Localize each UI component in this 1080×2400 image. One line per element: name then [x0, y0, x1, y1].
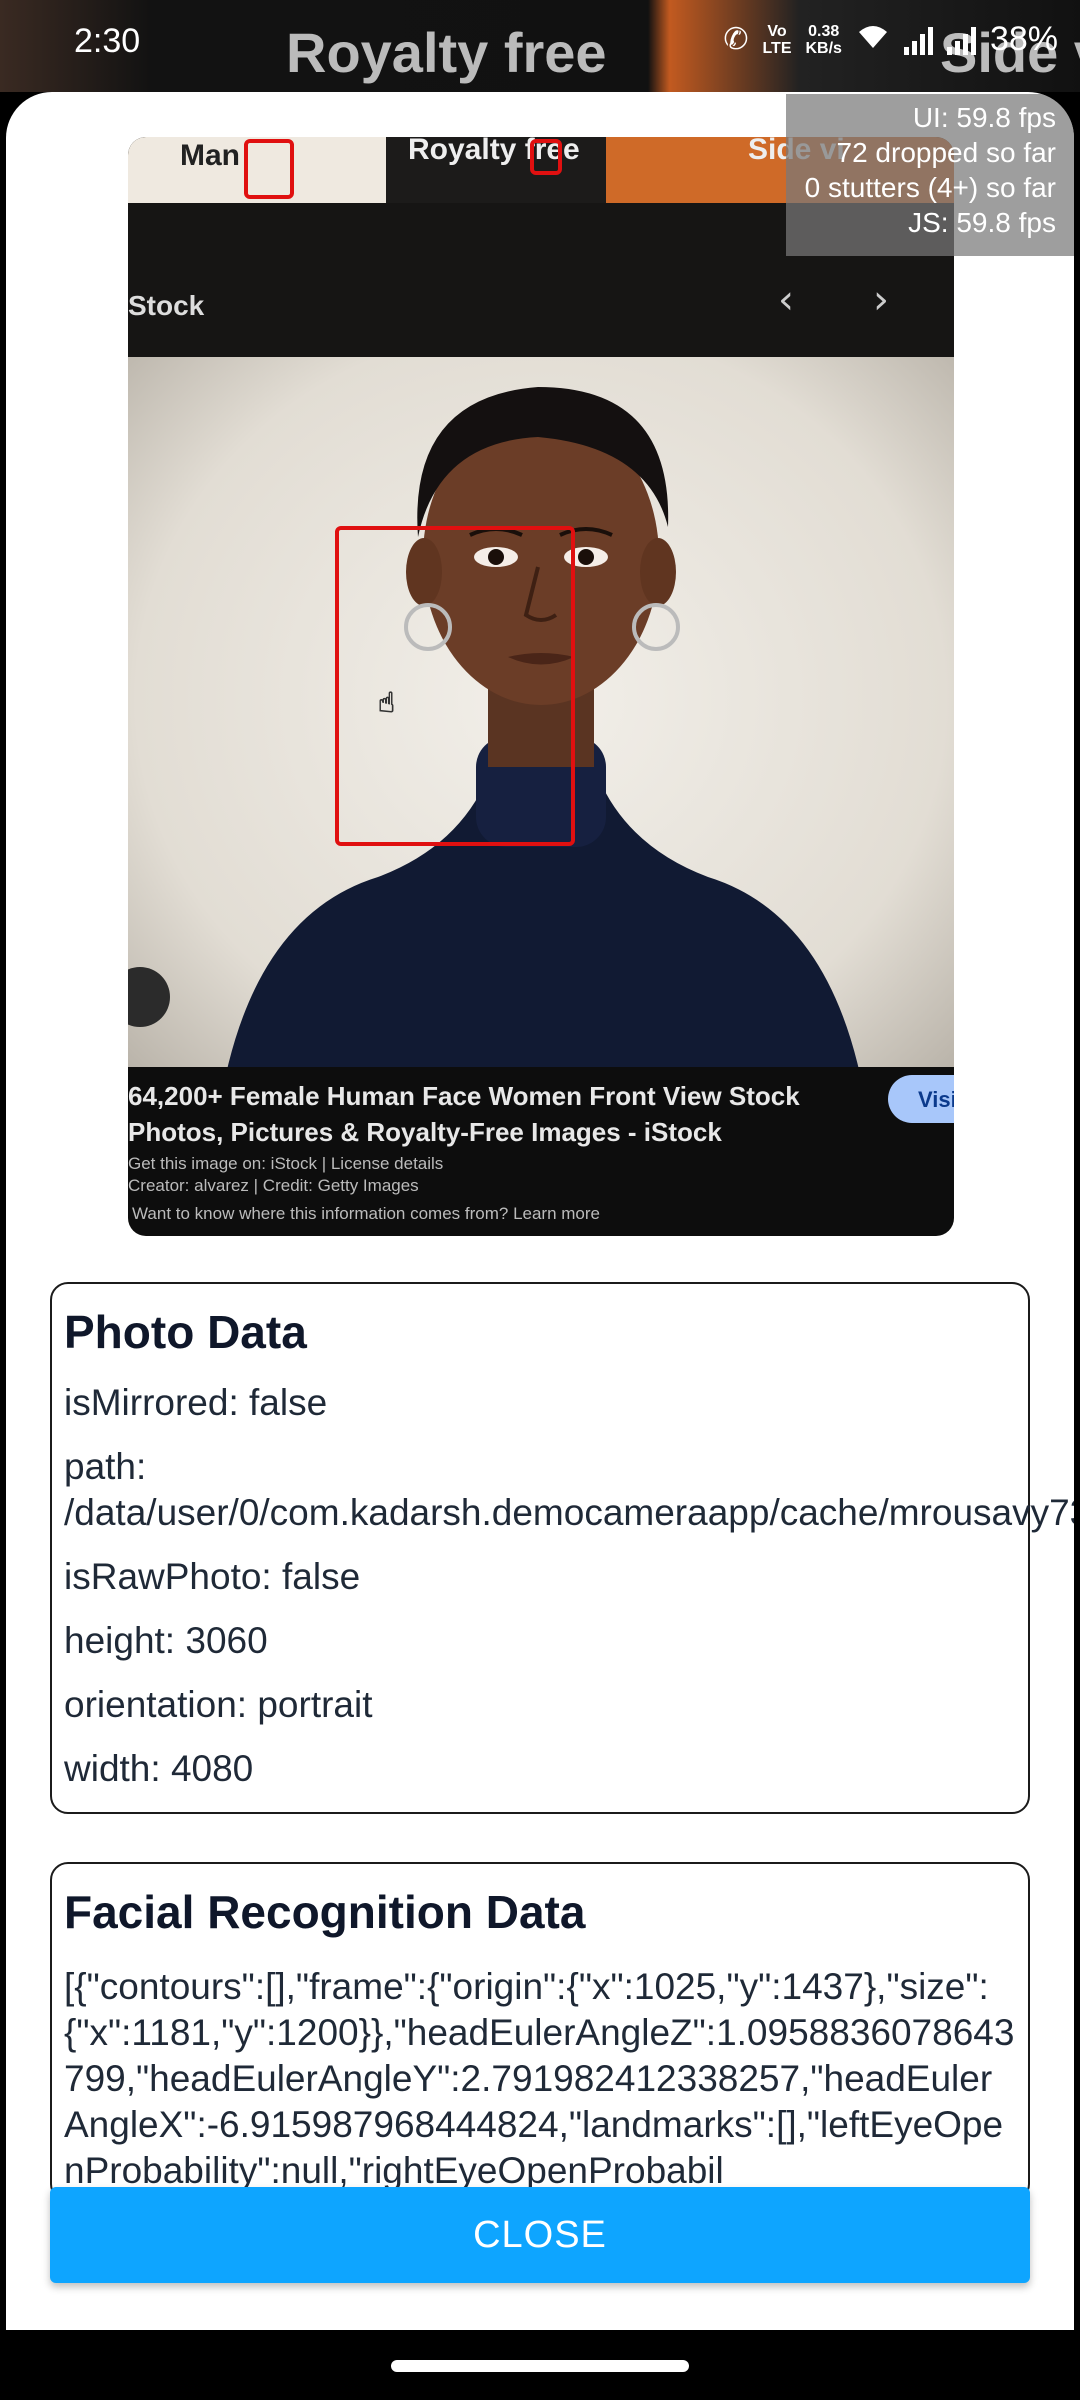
- caption-line-2: Creator: alvarez | Credit: Getty Images: [128, 1176, 419, 1195]
- row-key: path:: [64, 1446, 147, 1487]
- status-icons: ✆ Vo LTE 0.38 KB/s 38%: [723, 20, 1058, 59]
- stutters: 0 stutters (4+) so far: [804, 172, 1056, 203]
- row-value: 3060: [185, 1620, 268, 1661]
- photo-data-row-israwphoto: isRawPhoto: false: [64, 1554, 1016, 1600]
- row-key: isRawPhoto:: [64, 1556, 282, 1597]
- photo-result-modal: Man Royalty free Side vi Stock ‹ ›: [6, 92, 1074, 2330]
- photo-data-row-width: width: 4080: [64, 1746, 1016, 1792]
- facial-recognition-title: Facial Recognition Data: [64, 1886, 586, 1938]
- home-gesture-handle[interactable]: [391, 2360, 689, 2372]
- photo-illustration: Man Royalty free Side vi Stock ‹ ›: [128, 137, 954, 1236]
- photo-data-row-height: height: 3060: [64, 1618, 1016, 1664]
- network-speed-value: 0.38 KB/s: [805, 22, 842, 57]
- row-value: 4080: [170, 1748, 254, 1789]
- row-value: /data/user/0/com.kadarsh.democameraapp/c…: [64, 1492, 1074, 1533]
- status-bar-background-text: Royalty free: [286, 21, 607, 84]
- caption-title-line-2: Photos, Pictures & Royalty-Free Images -…: [128, 1117, 722, 1147]
- clock: 2:30: [74, 22, 141, 60]
- row-key: width:: [64, 1748, 171, 1789]
- caption-line-1: Get this image on: iStock | License deta…: [128, 1154, 443, 1173]
- chevron-left-icon: ‹: [778, 277, 794, 323]
- perf-monitor-overlay: UI: 59.8 fps 72 dropped so far 0 stutter…: [786, 94, 1074, 256]
- network-speed: 0.38 KB/s: [805, 23, 841, 57]
- row-value: false: [282, 1556, 361, 1597]
- row-key: orientation:: [64, 1684, 258, 1725]
- row-key: isMirrored:: [64, 1382, 250, 1423]
- dropped-frames: 72 dropped so far: [836, 137, 1057, 168]
- signal-icon-2: [946, 25, 976, 55]
- row-value: false: [249, 1382, 328, 1423]
- visit-button: Visi: [918, 1087, 954, 1112]
- photo-data-card: Photo Data isMirrored: false path: /data…: [50, 1282, 1074, 1814]
- photo-data-title: Photo Data: [64, 1306, 307, 1358]
- chevron-right-icon: ›: [873, 277, 889, 323]
- photo-data-row-ismirrored: isMirrored: false: [64, 1380, 1016, 1426]
- facial-recognition-json: [{"contours":[],"frame":{"origin":{"x":1…: [64, 1966, 1015, 2191]
- close-button[interactable]: CLOSE: [50, 2187, 1030, 2283]
- status-bar: Royalty free Side vi 2:30 ✆ VoLTE 0.38 K…: [0, 0, 1080, 92]
- hand-cursor-icon: ☝: [378, 686, 395, 719]
- caption-line-3: Want to know where this information come…: [132, 1204, 600, 1223]
- facial-recognition-card[interactable]: Facial Recognition Data [{"contours":[],…: [50, 1862, 1030, 2202]
- battery-level: 38%: [989, 20, 1058, 58]
- photo-data-row-path: path: /data/user/0/com.kadarsh.democamer…: [64, 1444, 1074, 1536]
- photo-data-row-orientation: orientation: portrait: [64, 1682, 1016, 1728]
- row-key: height:: [64, 1620, 186, 1661]
- volte-icon: Vo LTE: [762, 22, 792, 57]
- call-icon: ✆: [723, 23, 749, 56]
- source-label: Stock: [128, 290, 205, 321]
- wifi-icon: [856, 22, 890, 58]
- row-value: portrait: [257, 1684, 373, 1725]
- js-fps: JS: 59.8 fps: [908, 207, 1056, 238]
- signal-icon: [903, 25, 933, 55]
- captured-photo: Man Royalty free Side vi Stock ‹ ›: [128, 137, 954, 1236]
- caption-title-line: 64,200+ Female Human Face Women Front Vi…: [128, 1081, 800, 1111]
- tab-man: Man: [180, 139, 240, 172]
- ui-fps: UI: 59.8 fps: [912, 102, 1056, 133]
